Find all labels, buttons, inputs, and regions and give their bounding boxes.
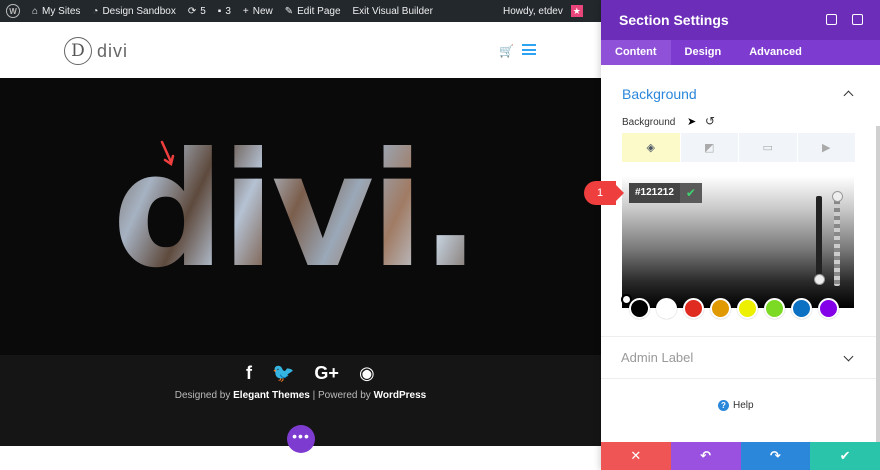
tab-content[interactable]: Content <box>601 40 671 65</box>
swatch-black[interactable] <box>629 298 650 319</box>
divider <box>601 378 880 379</box>
wp-logo-menu[interactable]: W <box>0 0 26 22</box>
account-menu[interactable]: Howdy, etdev ★ <box>497 0 589 22</box>
reset-icon[interactable]: ↺ <box>705 114 715 128</box>
site-name-menu[interactable]: ◔ Design Sandbox <box>86 0 181 22</box>
admin-label-section-title[interactable]: Admin Label <box>621 350 693 365</box>
comments-menu[interactable]: ▪ 3 <box>212 0 237 22</box>
edit-page-link[interactable]: ✎ Edit Page <box>279 0 347 22</box>
howdy-label: Howdy, etdev <box>503 5 563 17</box>
new-label: New <box>252 5 273 17</box>
panel-tabs: Content Design Advanced <box>601 40 880 65</box>
tab-advanced[interactable]: Advanced <box>735 40 816 65</box>
video-icon: ▶ <box>822 142 831 154</box>
background-type-tabs: ◈ ◩ ▭ ▶ <box>622 133 855 162</box>
panel-scrollbar[interactable] <box>876 126 880 442</box>
bg-color-tab[interactable]: ◈ <box>622 133 680 162</box>
plus-icon: + <box>242 5 249 17</box>
swatch-white[interactable] <box>656 298 677 319</box>
exit-visual-builder-label: Exit Visual Builder <box>352 5 433 17</box>
wordpress-icon: W <box>6 4 20 18</box>
undo-icon[interactable]: ↶ <box>670 442 741 470</box>
help-icon: ? <box>718 400 729 411</box>
divider <box>601 336 880 337</box>
updates-count: 5 <box>200 5 206 17</box>
comments-count: 3 <box>225 5 231 17</box>
logo-text[interactable]: divi <box>97 41 128 62</box>
panel-title: Section Settings <box>619 12 729 28</box>
checkmark-icon[interactable]: ✔ <box>679 183 702 203</box>
panel-header: Section Settings <box>601 0 880 40</box>
help-label: Help <box>733 400 754 411</box>
lightness-slider[interactable] <box>816 196 822 286</box>
comments-icon: ▪ <box>217 5 222 17</box>
updates-menu[interactable]: ⟳ 5 <box>182 0 212 22</box>
site-name-label: Design Sandbox <box>102 5 176 17</box>
site-header: D divi 🛒 <box>0 22 601 78</box>
swatch-orange[interactable] <box>710 298 731 319</box>
credits-brand-link[interactable]: Elegant Themes <box>233 390 310 401</box>
logo-mark[interactable]: D <box>64 37 92 65</box>
hero-section[interactable]: divi. <box>0 78 601 355</box>
image-icon: ▭ <box>762 142 773 154</box>
google-plus-icon[interactable]: G+ <box>314 363 339 384</box>
twitter-icon[interactable]: 🐦 <box>272 363 294 384</box>
discard-close-icon[interactable]: ✕ <box>601 442 671 470</box>
cart-icon[interactable]: 🛒 <box>499 44 514 58</box>
my-sites-label: My Sites <box>42 5 81 17</box>
bg-image-tab[interactable]: ▭ <box>739 133 797 162</box>
swatch-red[interactable] <box>683 298 704 319</box>
color-swatches <box>629 298 839 319</box>
bg-gradient-tab[interactable]: ◩ <box>680 133 738 162</box>
credits-wp-link[interactable]: WordPress <box>374 390 427 401</box>
footer-credits: Designed by Elegant Themes | Powered by … <box>0 390 601 401</box>
fullscreen-icon[interactable] <box>826 14 837 25</box>
gradient-icon: ◩ <box>704 142 715 154</box>
lightness-slider-handle[interactable] <box>814 274 825 285</box>
my-sites-menu[interactable]: ⌂ My Sites <box>26 0 86 22</box>
color-hex-input[interactable]: #121212 <box>629 183 680 203</box>
avatar: ★ <box>570 5 583 17</box>
facebook-icon[interactable]: f <box>246 363 252 384</box>
swatch-yellow[interactable] <box>737 298 758 319</box>
swatch-green[interactable] <box>764 298 785 319</box>
updates-icon: ⟳ <box>187 5 197 17</box>
arrow-down-icon <box>160 140 175 167</box>
redo-icon[interactable]: ↷ <box>740 442 811 470</box>
step-callout: 1 <box>584 181 624 205</box>
background-section-title[interactable]: Background <box>622 86 697 102</box>
opacity-slider-handle[interactable] <box>832 191 843 202</box>
cursor-icon: ➤ <box>687 116 697 128</box>
tab-design[interactable]: Design <box>671 40 736 65</box>
panel-action-bar: ✕ ↶ ↷ ✔ <box>601 442 880 470</box>
page-root: W ⌂ My Sites ◔ Design Sandbox ⟳ 5 ▪ 3 + … <box>0 0 880 470</box>
paint-bucket-icon: ◈ <box>646 142 655 154</box>
exit-visual-builder-link[interactable]: Exit Visual Builder <box>347 0 439 22</box>
new-content-menu[interactable]: + New <box>237 0 279 22</box>
dock-icon[interactable] <box>852 14 863 25</box>
hamburger-menu-icon[interactable] <box>522 44 536 55</box>
bg-video-tab[interactable]: ▶ <box>797 133 855 162</box>
background-field-label: Background <box>622 117 676 128</box>
save-checkmark-icon[interactable]: ✔ <box>810 442 880 470</box>
page-settings-button[interactable]: ••• <box>287 425 315 453</box>
opacity-slider[interactable] <box>834 196 840 286</box>
social-icons: f 🐦 G+ ◉ <box>246 363 375 384</box>
pencil-icon: ✎ <box>284 5 294 17</box>
swatch-purple[interactable] <box>818 298 839 319</box>
sites-icon: ⌂ <box>32 5 39 17</box>
dashboard-icon: ◔ <box>92 5 99 17</box>
color-value-box: #121212 ✔ <box>629 183 702 203</box>
credits-prefix: Designed by <box>174 390 231 401</box>
credits-mid: | Powered by <box>312 390 371 401</box>
help-link[interactable]: ? Help <box>718 400 754 411</box>
swatch-blue[interactable] <box>791 298 812 319</box>
rss-icon[interactable]: ◉ <box>359 363 375 384</box>
edit-page-label: Edit Page <box>297 5 341 17</box>
